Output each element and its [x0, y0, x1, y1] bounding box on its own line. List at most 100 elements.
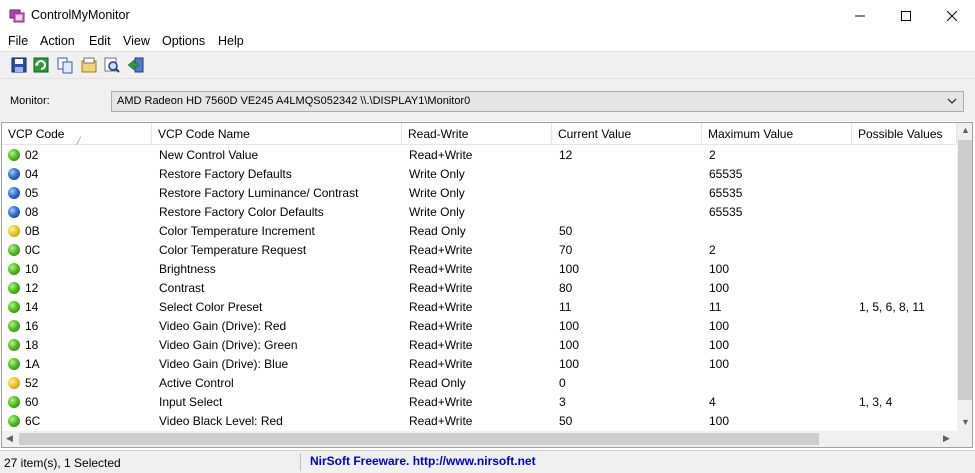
status-dot-icon: [8, 225, 20, 237]
vertical-scroll-thumb[interactable]: [958, 140, 972, 400]
column-header-label: VCP Code Name: [158, 127, 250, 141]
table-row[interactable]: 14 Select Color Preset Read+Write 11 11 1, 5,…: [2, 298, 957, 317]
column-header-current-value[interactable]: Current Value: [552, 123, 702, 145]
scroll-down-icon[interactable]: ▼: [961, 417, 970, 427]
close-button[interactable]: [929, 0, 975, 31]
exit-icon[interactable]: [127, 56, 145, 74]
table-row[interactable]: 0C Color Temperature Request Read+Write 70 2: [2, 241, 957, 260]
table-row[interactable]: 12 Contrast Read+Write 80 100: [2, 279, 957, 298]
column-header-vcp-code[interactable]: VCP Code ╱: [2, 123, 152, 145]
cell-vcp-code: 10: [25, 262, 39, 276]
status-item-count: 27 item(s), 1 Selected: [4, 456, 121, 470]
cell-current-value: 0: [559, 376, 566, 390]
cell-read-write: Write Only: [409, 186, 465, 200]
horizontal-scrollbar[interactable]: ◀ ▶: [2, 431, 957, 447]
table-row[interactable]: 05 Restore Factory Luminance/ Contrast Wri…: [2, 184, 957, 203]
cell-read-write: Read+Write: [409, 148, 473, 162]
refresh-icon[interactable]: [32, 56, 50, 74]
table-row[interactable]: 18 Video Gain (Drive): Green Read+Write 100…: [2, 336, 957, 355]
cell-read-write: Write Only: [409, 205, 465, 219]
status-dot-icon: [8, 187, 20, 199]
cell-vcp-code-name: Contrast: [159, 281, 205, 295]
status-dot-icon: [8, 377, 20, 389]
cell-vcp-code-name: Restore Factory Color Defaults: [159, 205, 324, 219]
window-title: ControlMyMonitor: [31, 8, 130, 22]
table-row[interactable]: 04 Restore Factory Defaults Write Only 6553…: [2, 165, 957, 184]
status-dot-icon: [8, 320, 20, 332]
cell-current-value: 3: [559, 395, 566, 409]
cell-maximum-value: 100: [709, 281, 730, 295]
column-header-label: VCP Code: [8, 127, 65, 141]
copy-icon[interactable]: [56, 56, 74, 74]
cell-current-value: 100: [559, 319, 580, 333]
column-header-maximum-value[interactable]: Maximum Value: [702, 123, 852, 145]
status-dot-icon: [8, 301, 20, 313]
cell-read-write: Write Only: [409, 167, 465, 181]
cell-vcp-code: 0B: [25, 224, 40, 238]
menu-bar: File Action Edit View Options Help: [0, 31, 975, 51]
menu-options[interactable]: Options: [162, 34, 205, 48]
cell-maximum-value: 100: [709, 414, 730, 428]
table-row[interactable]: 6C Video Black Level: Red Read+Write 50 100: [2, 412, 957, 431]
column-header-vcp-code-name[interactable]: VCP Code Name: [152, 123, 402, 145]
table-row[interactable]: 52 Active Control Read Only 0: [2, 374, 957, 393]
cell-maximum-value: 65535: [709, 167, 743, 181]
table-row[interactable]: 60 Input Select Read+Write 3 4 1, 3, 4: [2, 393, 957, 412]
table-row[interactable]: 08 Restore Factory Color Defaults Write On…: [2, 203, 957, 222]
status-dot-icon: [8, 415, 20, 427]
cell-vcp-code: 02: [25, 148, 39, 162]
cell-vcp-code: 12: [25, 281, 39, 295]
cell-read-write: Read+Write: [409, 357, 473, 371]
save-icon[interactable]: [10, 56, 28, 74]
status-dot-icon: [8, 396, 20, 408]
find-icon[interactable]: [103, 56, 121, 74]
monitor-dropdown[interactable]: AMD Radeon HD 7560D VE245 A4LMQS052342 \…: [111, 91, 964, 112]
menu-view[interactable]: View: [123, 34, 150, 48]
cell-current-value: 50: [559, 414, 573, 428]
scrollbar-corner: [957, 431, 972, 447]
menu-help[interactable]: Help: [218, 34, 244, 48]
vertical-scrollbar[interactable]: ▲ ▼: [957, 123, 972, 431]
table-row[interactable]: 0B Color Temperature Increment Read Only 50: [2, 222, 957, 241]
vcp-list[interactable]: VCP Code ╱ VCP Code Name Read-Write Curr…: [1, 122, 973, 448]
menu-action[interactable]: Action: [40, 34, 75, 48]
cell-vcp-code: 6C: [25, 414, 41, 428]
table-row[interactable]: 10 Brightness Read+Write 100 100: [2, 260, 957, 279]
horizontal-scroll-thumb[interactable]: [19, 433, 819, 445]
table-row[interactable]: 1A Video Gain (Drive): Blue Read+Write 100 1…: [2, 355, 957, 374]
menu-file[interactable]: File: [8, 34, 28, 48]
menu-edit[interactable]: Edit: [89, 34, 111, 48]
table-row[interactable]: 02 New Control Value Read+Write 12 2: [2, 146, 957, 165]
column-header-possible-values[interactable]: Possible Values: [852, 123, 957, 145]
status-dot-icon: [8, 244, 20, 256]
cell-vcp-code-name: Video Gain (Drive): Red: [159, 319, 287, 333]
cell-maximum-value: 11: [709, 300, 722, 314]
minimize-button[interactable]: [837, 0, 883, 31]
cell-maximum-value: 2: [709, 243, 716, 257]
status-bar: 27 item(s), 1 Selected NirSoft Freeware.…: [0, 450, 975, 473]
cell-vcp-code: 18: [25, 338, 39, 352]
table-row[interactable]: 16 Video Gain (Drive): Red Read+Write 100 10…: [2, 317, 957, 336]
cell-current-value: 80: [559, 281, 573, 295]
cell-vcp-code: 52: [25, 376, 39, 390]
properties-icon[interactable]: [80, 56, 98, 74]
column-header-label: Read-Write: [408, 127, 469, 141]
cell-read-write: Read+Write: [409, 319, 473, 333]
cell-maximum-value: 100: [709, 357, 730, 371]
cell-current-value: 100: [559, 357, 580, 371]
sort-indicator-icon: ╱: [76, 137, 81, 145]
scroll-left-icon[interactable]: ◀: [6, 433, 13, 444]
status-dot-icon: [8, 206, 20, 218]
scroll-up-icon[interactable]: ▲: [961, 125, 970, 135]
monitor-selected-value: AMD Radeon HD 7560D VE245 A4LMQS052342 \…: [117, 95, 471, 107]
cell-current-value: 100: [559, 262, 580, 276]
column-header-read-write[interactable]: Read-Write: [402, 123, 552, 145]
cell-current-value: 12: [559, 148, 573, 162]
toolbar: [0, 51, 975, 78]
cell-vcp-code-name: Color Temperature Request: [159, 243, 307, 257]
cell-vcp-code-name: Brightness: [159, 262, 216, 276]
nirsoft-link[interactable]: NirSoft Freeware. http://www.nirsoft.net: [310, 454, 536, 468]
maximize-button[interactable]: [883, 0, 929, 31]
column-header-label: Maximum Value: [708, 127, 794, 141]
scroll-right-icon[interactable]: ▶: [943, 433, 950, 444]
